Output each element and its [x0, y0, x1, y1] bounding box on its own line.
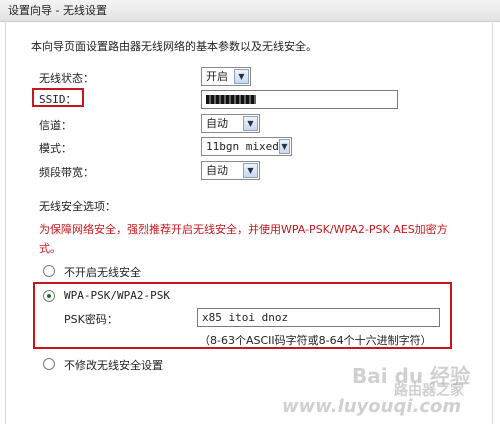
psk-value: x85 itoi dnoz	[202, 311, 289, 324]
url-watermark: www.luyouqi.com	[282, 396, 462, 417]
psk-label: PSK密码：	[64, 313, 118, 326]
radio-no-security-label: 不开启无线安全	[64, 266, 141, 279]
radio-wpa-psk-label: WPA-PSK/WPA2-PSK	[64, 289, 170, 302]
channel-select[interactable]: 自动 ▼	[201, 114, 260, 133]
security-heading: 无线安全选项：	[39, 200, 116, 213]
psk-input[interactable]: x85 itoi dnoz	[197, 308, 440, 327]
bandwidth-label: 频段带宽：	[39, 166, 94, 179]
window-title: 设置向导 - 无线设置	[0, 0, 500, 22]
ssid-input[interactable]	[201, 90, 398, 109]
intro-text: 本向导页面设置路由器无线网络的基本参数以及无线安全。	[31, 40, 317, 53]
channel-value: 自动	[206, 117, 228, 130]
mode-label: 模式：	[39, 142, 72, 155]
radio-no-security[interactable]	[43, 265, 55, 277]
channel-label: 信道：	[39, 119, 72, 132]
chevron-down-icon: ▼	[234, 69, 249, 84]
bandwidth-value: 自动	[206, 164, 228, 177]
radio-wpa-psk[interactable]	[43, 290, 55, 302]
radio-keep-security-label: 不修改无线安全设置	[64, 359, 163, 372]
wireless-status-label: 无线状态：	[39, 72, 94, 85]
mode-value: 11bgn mixed	[206, 140, 279, 153]
chevron-down-icon: ▼	[243, 116, 258, 131]
radio-keep-security[interactable]	[43, 358, 55, 370]
chevron-down-icon: ▼	[278, 139, 290, 154]
chevron-down-icon: ▼	[243, 163, 258, 178]
mode-select[interactable]: 11bgn mixed ▼	[201, 137, 292, 156]
wireless-status-value: 开启	[206, 70, 228, 83]
ssid-label: SSID：	[39, 93, 77, 106]
bandwidth-select[interactable]: 自动 ▼	[201, 161, 260, 180]
wireless-status-select[interactable]: 开启 ▼	[201, 67, 251, 86]
psk-hint: （8-63个ASCII码字符或8-64个十六进制字符）	[199, 334, 432, 347]
security-warning: 为保障网络安全，强烈推荐开启无线安全，并使用WPA-PSK/WPA2-PSK A…	[39, 223, 448, 255]
ssid-redacted-value	[206, 95, 256, 104]
